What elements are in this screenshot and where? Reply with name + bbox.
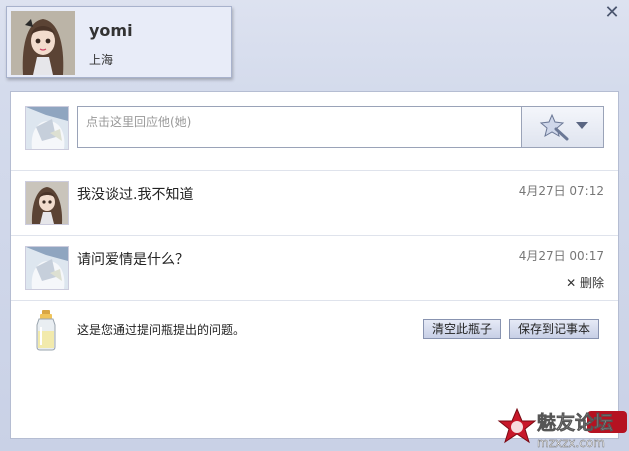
bottle-footer: 这是您通过提问瓶提出的问题。 清空此瓶子 保存到记事本 bbox=[11, 301, 618, 361]
sender-avatar[interactable] bbox=[25, 246, 69, 290]
clear-bottle-button[interactable]: 清空此瓶子 bbox=[423, 319, 502, 339]
delete-button[interactable]: ✕ 删除 bbox=[566, 274, 604, 291]
close-icon: ✕ bbox=[566, 276, 577, 290]
bottle-icon bbox=[36, 310, 56, 351]
profile-card: yomi 上海 bbox=[6, 6, 232, 78]
message-row: 请问爱情是什么？ 4月27日 00:17 ✕ 删除 bbox=[11, 236, 618, 301]
dialog-window: ✕ yomi 上海 点击这里回应他(她) 我没谈过.我不知道 4月27日 07:… bbox=[0, 0, 629, 451]
message-time: 4月27日 00:17 bbox=[518, 249, 604, 263]
watermark-url: mzxzx.com bbox=[537, 436, 605, 450]
bottle-note: 这是您通过提问瓶提出的问题。 bbox=[77, 323, 246, 337]
conversation-panel: 我没谈过.我不知道 4月27日 07:12 请问爱情是什么？ 4月27日 00:… bbox=[10, 91, 619, 439]
forum-watermark: 魅友论坛 mzxzx.com bbox=[497, 407, 627, 450]
reply-input[interactable] bbox=[84, 111, 518, 133]
message-time: 4月27日 07:12 bbox=[518, 184, 604, 198]
chevron-down-icon bbox=[576, 122, 588, 129]
avatar[interactable] bbox=[11, 11, 75, 75]
save-to-notebook-button[interactable]: 保存到记事本 bbox=[509, 319, 600, 339]
reply-field[interactable] bbox=[77, 106, 521, 148]
watermark-logo-text: 魅友论坛 bbox=[537, 411, 613, 434]
my-avatar[interactable] bbox=[25, 106, 69, 150]
reply-row bbox=[11, 92, 618, 171]
profile-city: 上海 bbox=[89, 53, 114, 67]
profile-name: yomi bbox=[89, 21, 133, 40]
emote-button[interactable] bbox=[521, 106, 604, 148]
message-row: 我没谈过.我不知道 4月27日 07:12 bbox=[11, 171, 618, 236]
delete-label: 删除 bbox=[579, 276, 604, 290]
sender-avatar[interactable] bbox=[25, 181, 69, 225]
close-icon[interactable]: ✕ bbox=[603, 4, 621, 22]
message-text: 请问爱情是什么？ bbox=[77, 252, 189, 268]
magic-wand-icon bbox=[539, 113, 588, 141]
message-text: 我没谈过.我不知道 bbox=[77, 187, 194, 203]
